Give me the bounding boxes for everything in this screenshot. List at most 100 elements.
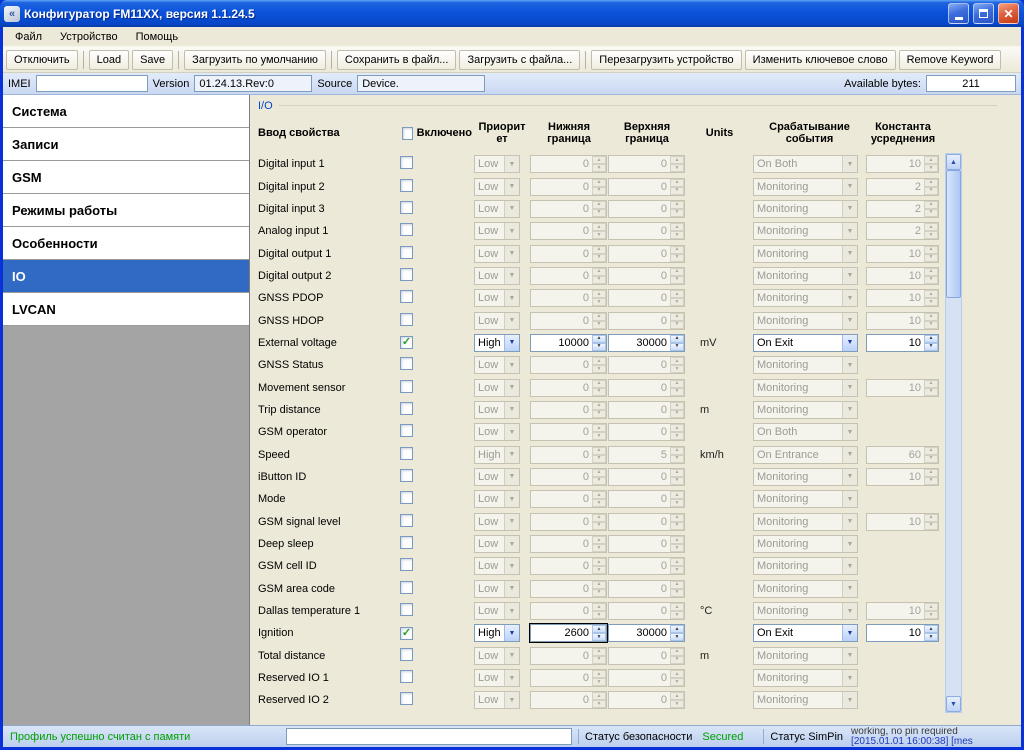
avg-constant-spinner[interactable]: 10▲▼ (866, 334, 939, 352)
priority-select[interactable]: Low▼ (474, 580, 520, 598)
event-select[interactable]: Monitoring▼ (753, 557, 858, 575)
enable-checkbox[interactable] (400, 357, 413, 370)
priority-select[interactable]: Low▼ (474, 691, 520, 709)
enable-checkbox[interactable] (400, 536, 413, 549)
spin-up-icon[interactable]: ▲ (670, 268, 684, 276)
spin-down-icon[interactable]: ▼ (670, 187, 684, 195)
spin-up-icon[interactable]: ▲ (592, 201, 606, 209)
low-level-spinner[interactable]: 0▲▼ (530, 669, 607, 687)
low-level-spinner[interactable]: 0▲▼ (530, 580, 607, 598)
enable-checkbox[interactable] (400, 402, 413, 415)
spin-up-icon[interactable]: ▲ (592, 402, 606, 410)
spin-up-icon[interactable]: ▲ (670, 201, 684, 209)
spin-up-icon[interactable]: ▲ (924, 625, 938, 633)
toolbar-button[interactable]: Remove Keyword (899, 50, 1002, 70)
toolbar-button[interactable]: Сохранить в файл... (337, 50, 457, 70)
close-button[interactable]: ✕ (998, 3, 1019, 24)
spin-down-icon[interactable]: ▼ (592, 410, 606, 418)
spin-down-icon[interactable]: ▼ (670, 455, 684, 463)
spin-down-icon[interactable]: ▼ (592, 678, 606, 686)
spin-up-icon[interactable]: ▲ (924, 447, 938, 455)
event-select[interactable]: Monitoring▼ (753, 222, 858, 240)
low-level-spinner[interactable]: 10000▲▼ (530, 334, 607, 352)
low-level-spinner[interactable]: 0▲▼ (530, 446, 607, 464)
spin-down-icon[interactable]: ▼ (924, 477, 938, 485)
spin-down-icon[interactable]: ▼ (592, 656, 606, 664)
spin-down-icon[interactable]: ▼ (592, 298, 606, 306)
high-level-spinner[interactable]: 0▲▼ (608, 222, 685, 240)
high-level-spinner[interactable]: 30000▲▼ (608, 334, 685, 352)
scroll-up-icon[interactable]: ▲ (946, 154, 961, 170)
spin-down-icon[interactable]: ▼ (592, 455, 606, 463)
low-level-spinner[interactable]: 2600▲▼ (530, 624, 607, 642)
spin-down-icon[interactable]: ▼ (592, 321, 606, 329)
avg-constant-spinner[interactable]: 10▲▼ (866, 245, 939, 263)
spin-down-icon[interactable]: ▼ (924, 254, 938, 262)
enable-checkbox[interactable]: ✓ (400, 627, 413, 640)
enable-checkbox[interactable] (400, 313, 413, 326)
spin-down-icon[interactable]: ▼ (592, 343, 606, 351)
spin-up-icon[interactable]: ▲ (592, 290, 606, 298)
spin-up-icon[interactable]: ▲ (670, 514, 684, 522)
spin-up-icon[interactable]: ▲ (670, 402, 684, 410)
spin-down-icon[interactable]: ▼ (670, 276, 684, 284)
priority-select[interactable]: Low▼ (474, 379, 520, 397)
enable-checkbox[interactable] (400, 290, 413, 303)
spin-down-icon[interactable]: ▼ (924, 343, 938, 351)
priority-select[interactable]: High▼ (474, 624, 520, 642)
high-level-spinner[interactable]: 0▲▼ (608, 423, 685, 441)
spin-up-icon[interactable]: ▲ (924, 469, 938, 477)
spin-up-icon[interactable]: ▲ (670, 290, 684, 298)
enable-checkbox[interactable] (400, 179, 413, 192)
low-level-spinner[interactable]: 0▲▼ (530, 222, 607, 240)
priority-select[interactable]: Low▼ (474, 200, 520, 218)
spin-up-icon[interactable]: ▲ (592, 581, 606, 589)
avg-constant-spinner[interactable]: 10▲▼ (866, 267, 939, 285)
spin-up-icon[interactable]: ▲ (670, 469, 684, 477)
high-level-spinner[interactable]: 5▲▼ (608, 446, 685, 464)
menu-help[interactable]: Помощь (127, 29, 188, 45)
spin-down-icon[interactable]: ▼ (592, 589, 606, 597)
spin-up-icon[interactable]: ▲ (592, 648, 606, 656)
event-select[interactable]: Monitoring▼ (753, 379, 858, 397)
event-select[interactable]: Monitoring▼ (753, 669, 858, 687)
event-select[interactable]: Monitoring▼ (753, 200, 858, 218)
avg-constant-spinner[interactable]: 10▲▼ (866, 379, 939, 397)
spin-up-icon[interactable]: ▲ (670, 670, 684, 678)
low-level-spinner[interactable]: 0▲▼ (530, 401, 607, 419)
low-level-spinner[interactable]: 0▲▼ (530, 602, 607, 620)
enable-checkbox[interactable] (400, 692, 413, 705)
low-level-spinner[interactable]: 0▲▼ (530, 468, 607, 486)
spin-down-icon[interactable]: ▼ (670, 611, 684, 619)
spin-up-icon[interactable]: ▲ (670, 625, 684, 633)
priority-select[interactable]: Low▼ (474, 647, 520, 665)
spin-down-icon[interactable]: ▼ (592, 388, 606, 396)
priority-select[interactable]: Low▼ (474, 513, 520, 531)
high-level-spinner[interactable]: 0▲▼ (608, 356, 685, 374)
spin-down-icon[interactable]: ▼ (670, 633, 684, 641)
spin-up-icon[interactable]: ▲ (592, 357, 606, 365)
enable-checkbox[interactable] (400, 424, 413, 437)
spin-up-icon[interactable]: ▲ (924, 603, 938, 611)
spin-down-icon[interactable]: ▼ (592, 209, 606, 217)
spin-up-icon[interactable]: ▲ (670, 536, 684, 544)
avg-constant-spinner[interactable]: 10▲▼ (866, 289, 939, 307)
spin-up-icon[interactable]: ▲ (592, 692, 606, 700)
vertical-scrollbar[interactable]: ▲ ▼ (945, 153, 962, 713)
avg-constant-spinner[interactable]: 10▲▼ (866, 312, 939, 330)
low-level-spinner[interactable]: 0▲▼ (530, 267, 607, 285)
priority-select[interactable]: Low▼ (474, 267, 520, 285)
spin-up-icon[interactable]: ▲ (670, 223, 684, 231)
spin-down-icon[interactable]: ▼ (592, 611, 606, 619)
spin-down-icon[interactable]: ▼ (670, 499, 684, 507)
enable-checkbox[interactable] (400, 514, 413, 527)
spin-down-icon[interactable]: ▼ (924, 633, 938, 641)
low-level-spinner[interactable]: 0▲▼ (530, 557, 607, 575)
imei-input[interactable] (36, 75, 148, 92)
sidebar-item-modes[interactable]: Режимы работы (3, 194, 249, 227)
priority-select[interactable]: Low▼ (474, 155, 520, 173)
high-level-spinner[interactable]: 0▲▼ (608, 267, 685, 285)
avg-constant-spinner[interactable]: 10▲▼ (866, 624, 939, 642)
spin-down-icon[interactable]: ▼ (670, 410, 684, 418)
event-select[interactable]: Monitoring▼ (753, 602, 858, 620)
